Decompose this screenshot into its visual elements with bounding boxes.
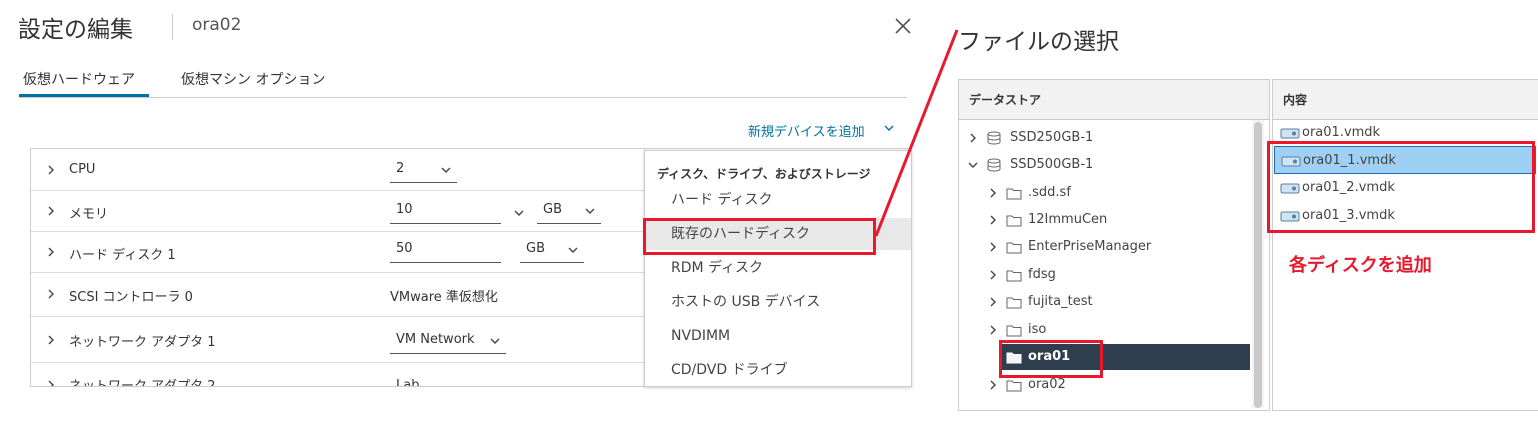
row-label: SCSI コントローラ 0: [69, 290, 193, 305]
folder-icon: [1006, 380, 1022, 392]
folder-icon: [1006, 297, 1022, 309]
chevron-right-icon[interactable]: [988, 242, 998, 252]
folder-icon: [1006, 242, 1022, 254]
datastore-icon: [987, 131, 1001, 145]
tree-scrollbar-thumb[interactable]: [1254, 122, 1262, 408]
tree-item-folder[interactable]: .sdd.sf: [986, 180, 1246, 206]
chevron-down-icon: [585, 208, 595, 214]
add-new-device-link[interactable]: 新規デバイスを追加: [748, 121, 865, 140]
tree-item-label: SSD250GB-1: [1010, 130, 1094, 145]
annotation-add-each-disk: 各ディスクを追加: [1289, 255, 1432, 276]
chevron-right-icon[interactable]: [988, 325, 998, 335]
tree-item-folder[interactable]: fujita_test: [986, 289, 1246, 315]
row-label: ネットワーク アダプタ 2: [69, 379, 216, 387]
chevron-right-icon[interactable]: [988, 380, 998, 390]
disk-size-input[interactable]: 50: [390, 241, 501, 263]
chevron-down-icon: [568, 247, 578, 253]
title-separator: [172, 14, 173, 40]
tab-vm-options[interactable]: 仮想マシン オプション: [181, 69, 325, 89]
memory-value: 10: [396, 202, 413, 217]
tree-item-folder[interactable]: EnterPriseManager: [986, 234, 1246, 260]
datastore-icon: [987, 158, 1001, 172]
cpu-select-value: 2: [396, 161, 405, 176]
tree-item-label: VirtualLab2: [1028, 398, 1102, 408]
tree-item-label: ora02: [1028, 377, 1066, 392]
chevron-right-icon[interactable]: [47, 165, 55, 175]
chevron-right-icon[interactable]: [988, 270, 998, 280]
tree-item-folder[interactable]: fdsg: [986, 262, 1246, 288]
row-label: ハード ディスク 1: [69, 248, 176, 263]
chevron-right-icon[interactable]: [968, 133, 978, 143]
memory-input[interactable]: 10: [390, 202, 501, 224]
tree-item-ssd500[interactable]: SSD500GB-1: [966, 152, 1246, 178]
chevron-right-icon[interactable]: [988, 297, 998, 307]
tabs-divider: [19, 97, 907, 98]
tab-virtual-hardware[interactable]: 仮想ハードウェア: [23, 69, 135, 89]
tree-item-label: 12ImmuCen: [1028, 212, 1108, 227]
tree-item-ssd250[interactable]: SSD250GB-1: [966, 125, 1246, 151]
chevron-down-icon: [490, 338, 500, 344]
tree-item-folder[interactable]: 12ImmuCen: [986, 207, 1246, 233]
folder-icon: [1006, 188, 1022, 200]
tree-item-label: EnterPriseManager: [1028, 239, 1152, 254]
highlight-box-files: [1267, 141, 1535, 233]
chevron-right-icon[interactable]: [988, 188, 998, 198]
tree-item-label: fdsg: [1028, 267, 1056, 282]
chevron-down-icon[interactable]: [968, 160, 978, 170]
menu-item-hard-disk[interactable]: ハード ディスク: [645, 184, 911, 216]
chevron-right-icon[interactable]: [47, 335, 55, 345]
network-select-value: VM Network: [396, 332, 475, 347]
chevron-right-icon[interactable]: [47, 289, 55, 299]
cpu-select[interactable]: 2: [390, 161, 457, 183]
chevron-right-icon[interactable]: [988, 215, 998, 225]
dialog-title: 設定の編集: [18, 17, 133, 43]
chevron-right-icon[interactable]: [47, 206, 55, 216]
file-dialog-title: ファイルの選択: [958, 29, 1119, 55]
row-label: メモリ: [69, 207, 109, 222]
tree-item-label: fujita_test: [1028, 294, 1093, 309]
folder-icon: [1006, 270, 1022, 282]
tree-item-label: .sdd.sf: [1028, 185, 1071, 200]
disk-unit-value: GB: [526, 241, 545, 256]
vmdk-disk-icon: [1280, 128, 1300, 139]
add-device-menu: ディスク、ドライブ、およびストレージ ハード ディスク 既存のハードディスク R…: [644, 150, 912, 387]
chevron-right-icon[interactable]: [47, 380, 55, 387]
highlight-box-existing-disk: [643, 218, 876, 255]
menu-section-header: ディスク、ドライブ、およびストレージ: [657, 167, 871, 181]
chevron-down-icon[interactable]: [514, 210, 524, 217]
chevron-right-icon[interactable]: [47, 247, 55, 257]
network-select[interactable]: VM Network: [390, 332, 506, 354]
disk-size-value: 50: [396, 241, 413, 256]
datastore-header: データストア: [959, 80, 1269, 120]
memory-unit-value: GB: [543, 202, 562, 217]
chevron-down-icon: [441, 167, 451, 173]
disk-unit-select[interactable]: GB: [520, 241, 584, 263]
tree-item-label: SSD500GB-1: [1010, 157, 1094, 172]
tree-item-folder-cutoff[interactable]: VirtualLab2: [986, 398, 1246, 408]
scsi-type-value: VMware 準仮想化: [390, 290, 498, 305]
network-2-value[interactable]: Lab: [396, 378, 419, 386]
contents-header: 内容: [1273, 80, 1538, 120]
vm-name: ora02: [192, 15, 242, 35]
chevron-down-icon[interactable]: [884, 124, 894, 132]
folder-icon: [1006, 325, 1022, 337]
row-label: ネットワーク アダプタ 1: [69, 335, 216, 350]
menu-item-host-usb[interactable]: ホストの USB デバイス: [645, 286, 911, 318]
folder-icon: [1006, 215, 1022, 227]
tree-item-folder[interactable]: ora02: [986, 372, 1246, 398]
menu-item-rdm-disk[interactable]: RDM ディスク: [645, 252, 911, 284]
close-icon[interactable]: [893, 16, 913, 36]
memory-unit-select[interactable]: GB: [537, 202, 601, 224]
menu-item-cd-dvd[interactable]: CD/DVD ドライブ: [645, 354, 911, 386]
menu-item-nvdimm[interactable]: NVDIMM: [645, 320, 911, 352]
row-label: CPU: [69, 162, 96, 177]
